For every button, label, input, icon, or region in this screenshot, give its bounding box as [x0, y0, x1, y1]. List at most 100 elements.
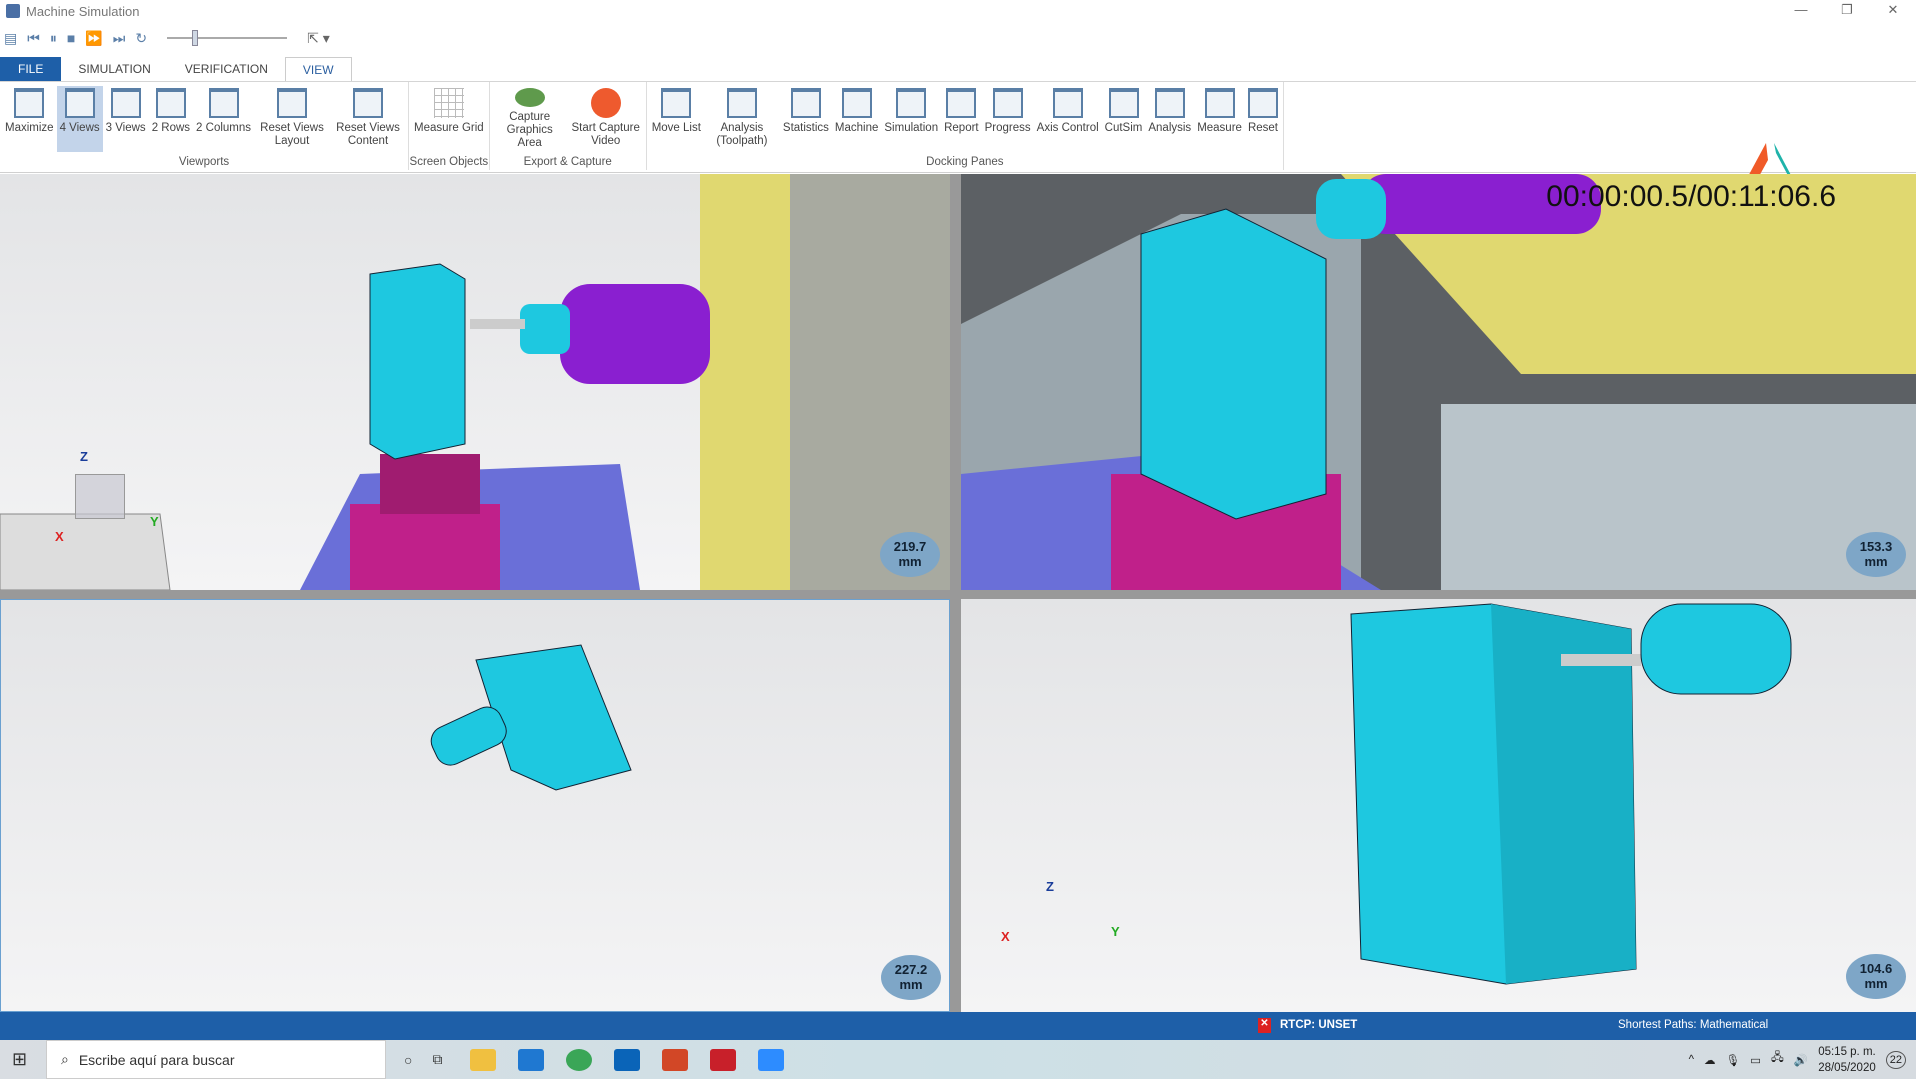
scale-indicator: 219.7 mm [880, 532, 940, 577]
viewport-bottom-right[interactable]: Z X Y 104.6 mm [961, 599, 1916, 1012]
four-views-icon [64, 88, 95, 118]
maximize-icon [14, 88, 45, 118]
mail-icon[interactable] [518, 1048, 545, 1071]
bar-chart-icon [790, 88, 821, 118]
tab-view[interactable]: VIEW [284, 57, 352, 81]
title-bar: Machine Simulation — ❐ ✕ [0, 0, 1916, 22]
three-views-icon [110, 88, 141, 118]
button-label: 3 Views [105, 122, 146, 134]
tab-verification[interactable]: VERIFICATION [168, 57, 285, 81]
restore-button[interactable]: ❐ [1824, 0, 1870, 22]
slider-thumb[interactable] [192, 30, 199, 46]
measure-grid-button[interactable]: Measure Grid [411, 86, 487, 152]
3-views-button[interactable]: 3 Views [103, 86, 149, 152]
reset-layout-icon [277, 88, 308, 118]
save-icon[interactable]: ▤ [4, 30, 17, 47]
button-label: 2 Columns [196, 122, 252, 134]
network-icon[interactable]: 🖧 [1771, 1050, 1784, 1069]
button-label: Simulation [884, 122, 939, 134]
button-label: Start Capture Video [571, 122, 640, 147]
2-rows-button[interactable]: 2 Rows [149, 86, 193, 152]
speed-slider[interactable] [167, 30, 288, 46]
mastercam-icon[interactable] [710, 1048, 737, 1071]
viewport-top-right[interactable]: 00:00:00.5/00:11:06.6 153.3 mm [961, 174, 1916, 590]
analysis-button[interactable]: Analysis [1145, 86, 1194, 152]
maximize-button[interactable]: Maximize [2, 86, 57, 152]
group-label: Viewports [178, 156, 230, 168]
button-label: Move List [651, 122, 701, 134]
tab-simulation[interactable]: SIMULATION [61, 57, 167, 81]
taskbar-search[interactable]: ⌕ Escribe aquí para buscar [46, 1040, 386, 1079]
reset-views-content-button[interactable]: Reset Views Content [330, 86, 406, 152]
button-label: Capture Graphics Area [506, 111, 553, 149]
ruler-icon [1204, 88, 1235, 118]
4-views-button[interactable]: 4 Views [56, 86, 103, 152]
onedrive-icon[interactable]: ☁ [1704, 1053, 1716, 1067]
measure-button[interactable]: Measure [1194, 86, 1245, 152]
outlook-icon[interactable] [614, 1048, 641, 1071]
cutsim-icon [1108, 88, 1139, 118]
chrome-icon[interactable] [566, 1048, 593, 1071]
shortest-paths-status: Shortest Paths: Mathematical [1618, 1019, 1769, 1031]
notifications-icon[interactable]: 22 [1885, 1050, 1906, 1069]
statistics-button[interactable]: Statistics [780, 86, 832, 152]
rtcp-error-icon: ✕ [1258, 1018, 1271, 1033]
group-label: Export & Capture [523, 156, 612, 168]
button-label: CutSim [1104, 122, 1143, 134]
button-label: 2 Rows [151, 122, 191, 134]
axis-control-button[interactable]: Axis Control [1034, 86, 1102, 152]
reset-button[interactable]: Reset [1245, 86, 1281, 152]
button-label: 4 Views [59, 122, 100, 134]
reset-views-layout-button[interactable]: Reset Views Layout [254, 86, 330, 152]
axis-icon [1052, 88, 1083, 118]
toolpath-icon [726, 88, 757, 118]
analysis-icon [1154, 88, 1185, 118]
button-label: Machine [834, 122, 879, 134]
report-button[interactable]: Report [941, 86, 982, 152]
pause-icon[interactable]: ⏸ [50, 30, 57, 47]
close-button[interactable]: ✕ [1870, 0, 1916, 22]
capture-graphics-area-button[interactable]: Capture Graphics Area [492, 86, 568, 152]
file-explorer-icon[interactable] [470, 1048, 497, 1071]
button-label: Reset Views Content [336, 122, 400, 147]
minimize-button[interactable]: — [1778, 0, 1824, 22]
zoom-icon[interactable] [758, 1048, 785, 1071]
machine-button[interactable]: Machine [832, 86, 881, 152]
powerpoint-icon[interactable] [662, 1048, 689, 1071]
simulation-button[interactable]: Simulation [881, 86, 941, 152]
fast-forward-icon[interactable]: ⏩ [85, 30, 102, 47]
ribbon: Maximize 4 Views 3 Views 2 Rows 2 Columns Res… [0, 81, 1916, 253]
clock[interactable]: 05:15 p. m. 28/05/2020 [1818, 1044, 1876, 1076]
reset-icon [1247, 88, 1278, 118]
loop-icon[interactable]: ↻ [135, 30, 147, 47]
status-bar: ✕ RTCP: UNSET Shortest Paths: Mathematic… [0, 1012, 1916, 1040]
button-label: Progress [984, 122, 1031, 134]
windows-start-icon[interactable]: ⊞ [12, 1049, 27, 1070]
viewport-top-left[interactable]: Z X Y 219.7 mm [0, 174, 950, 590]
skip-back-icon[interactable]: ⏮ [27, 30, 40, 47]
nc-list-icon [661, 88, 692, 118]
analysis-toolpath-button[interactable]: Analysis (Toolpath) [704, 86, 780, 152]
scale-indicator: 153.3 mm [1846, 532, 1906, 577]
move-list-button[interactable]: Move List [649, 86, 704, 152]
microphone-icon[interactable]: 🎙 [1726, 1053, 1741, 1067]
cutsim-button[interactable]: CutSim [1102, 86, 1146, 152]
skip-end-icon[interactable]: ⏭ [113, 30, 126, 47]
tab-file[interactable]: FILE [0, 57, 62, 81]
cortana-icon[interactable]: ○ [404, 1052, 412, 1068]
battery-icon[interactable]: ▭ [1750, 1053, 1761, 1067]
2-columns-button[interactable]: 2 Columns [193, 86, 254, 152]
task-view-icon[interactable]: ⧉ [432, 1051, 442, 1068]
rtcp-status: RTCP: UNSET [1280, 1019, 1358, 1031]
button-label: Reset Views Layout [260, 122, 324, 147]
tray-chevron-icon[interactable]: ^ [1689, 1054, 1694, 1066]
report-icon [946, 88, 977, 118]
viewport-bottom-left[interactable]: 227.2 mm [0, 599, 950, 1012]
stop-icon[interactable]: ■ [67, 30, 75, 46]
cursor-icon[interactable]: ⇱ ▾ [307, 30, 330, 47]
ribbon-tabs: FILE SIMULATION VERIFICATION VIEW [0, 57, 352, 81]
search-icon: ⌕ [61, 1051, 69, 1067]
start-capture-video-button[interactable]: Start Capture Video [568, 86, 644, 152]
progress-button[interactable]: Progress [982, 86, 1034, 152]
volume-icon[interactable]: 🔊 [1794, 1053, 1808, 1067]
